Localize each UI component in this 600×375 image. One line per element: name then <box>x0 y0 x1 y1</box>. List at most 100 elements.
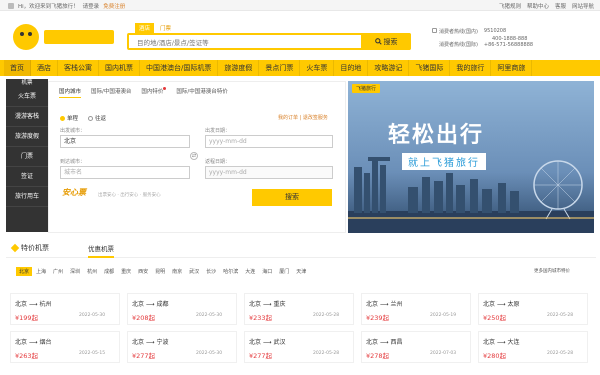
category-visa[interactable]: 签证 <box>6 167 48 187</box>
radio-dot <box>88 116 94 121</box>
flight-search-button[interactable]: 搜索 <box>252 189 332 206</box>
city-filter[interactable]: 哈尔滨 <box>220 267 241 276</box>
deal-card[interactable]: 北京 ⟶ 重庆 ¥233起 2022-05-28 <box>244 293 354 325</box>
deal-to: 杭州 <box>39 301 52 308</box>
nav-vacation[interactable]: 旅游度假 <box>218 60 260 76</box>
deal-to: 大连 <box>507 339 520 346</box>
deal-from: 北京 <box>132 339 145 346</box>
help-center-link[interactable]: 帮助中心 <box>527 2 549 10</box>
nav-business-travel[interactable]: 阿里商旅 <box>491 60 533 76</box>
tab-intl-special[interactable]: 国际/中国港澳台特价 <box>176 87 227 98</box>
one-way-label: 单程 <box>67 116 79 122</box>
deal-route: 北京 ⟶ 太原 <box>483 301 520 308</box>
deal-route: 北京 ⟶ 西昌 <box>366 339 403 346</box>
category-train[interactable]: 火车票 <box>6 87 48 107</box>
search-tabs: 酒店 门票 <box>135 23 176 33</box>
arrive-city-field[interactable]: 城市名 <box>60 166 190 179</box>
deal-route: 北京 ⟶ 杭州 <box>15 301 52 308</box>
city-filter[interactable]: 重庆 <box>118 267 134 276</box>
promo-banner[interactable]: 飞猪旅行 轻松出行 就上飞猪旅行 <box>348 81 594 233</box>
rules-link[interactable]: 飞猪规则 <box>499 2 521 10</box>
city-filter[interactable]: 南京 <box>169 267 185 276</box>
tag-icon <box>10 243 20 253</box>
city-filter[interactable]: 西安 <box>135 267 151 276</box>
deal-to: 兰州 <box>390 301 403 308</box>
deal-card[interactable]: 北京 ⟶ 兰州 ¥239起 2022-05-19 <box>361 293 471 325</box>
login-link[interactable]: 请登录 <box>83 2 100 10</box>
city-filter[interactable]: 天津 <box>293 267 309 276</box>
deal-route: 北京 ⟶ 大连 <box>483 339 520 346</box>
deal-card[interactable]: 北京 ⟶ 杭州 ¥199起 2022-05-30 <box>10 293 120 325</box>
deal-card[interactable]: 北京 ⟶ 烟台 ¥263起 2022-05-15 <box>10 331 120 363</box>
nav-my-trip[interactable]: 我的旅行 <box>450 60 492 76</box>
search-tab-hotel[interactable]: 酒店 <box>135 23 155 33</box>
header: 酒店 门票 搜索 消费者热线(国内)9510208 400-1888-888 消… <box>0 11 600 60</box>
city-filter[interactable]: 广州 <box>50 267 66 276</box>
deal-card[interactable]: 北京 ⟶ 武汉 ¥277起 2022-05-28 <box>244 331 354 363</box>
city-filter[interactable]: 昆明 <box>152 267 168 276</box>
swap-icon[interactable]: ⇄ <box>190 152 198 160</box>
radio-one-way[interactable]: 单程 <box>60 114 78 122</box>
city-filter[interactable]: 厦门 <box>276 267 292 276</box>
search-input[interactable] <box>137 38 357 47</box>
deal-card[interactable]: 北京 ⟶ 西昌 ¥278起 2022-07-03 <box>361 331 471 363</box>
deal-price: ¥208起 <box>132 314 156 322</box>
deal-card[interactable]: 北京 ⟶ 宁波 ¥277起 2022-05-30 <box>127 331 237 363</box>
nav-destination[interactable]: 目的地 <box>334 60 369 76</box>
city-filter[interactable]: 大连 <box>242 267 258 276</box>
tab-domestic-special-label: 国内特价 <box>141 89 164 95</box>
nav-guides[interactable]: 攻略游记 <box>368 60 410 76</box>
return-date-field[interactable]: yyyy-mm-dd <box>205 166 333 179</box>
nav-home[interactable]: 首页 <box>4 60 31 76</box>
deal-date: 2022-05-28 <box>313 313 340 318</box>
category-tickets[interactable]: 门票 <box>6 147 48 167</box>
deal-card[interactable]: 北京 ⟶ 太原 ¥250起 2022-05-28 <box>478 293 588 325</box>
order-links[interactable]: 我的订单 | 退改签服务 <box>278 114 328 121</box>
site-nav-link[interactable]: 网站导航 <box>572 2 594 10</box>
city-filter[interactable]: 武汉 <box>186 267 202 276</box>
deals-tab[interactable]: 优惠机票 <box>88 243 114 258</box>
city-filter[interactable]: 杭州 <box>84 267 100 276</box>
search-icon <box>374 38 382 45</box>
nav-intl-flights[interactable]: 中国港澳台/国际机票 <box>140 60 219 76</box>
tab-domestic[interactable]: 国内城市 <box>59 87 82 98</box>
deal-card[interactable]: 北京 ⟶ 成都 ¥208起 2022-05-30 <box>127 293 237 325</box>
more-cities-link[interactable]: 更多国内城市特价 <box>534 268 570 274</box>
deal-to: 西昌 <box>390 339 403 346</box>
deal-from: 北京 <box>132 301 145 308</box>
nav-attractions[interactable]: 景点门票 <box>259 60 301 76</box>
deal-date: 2022-05-30 <box>196 313 223 318</box>
category-inn[interactable]: 漫游客栈 <box>6 107 48 127</box>
deal-price: ¥277起 <box>132 352 156 360</box>
depart-city-field[interactable]: 北京 <box>60 135 190 148</box>
top-bar: Hi，欢迎来到飞猪旅行！ 请登录 免费注册 飞猪规则 帮助中心 客服 网站导航 <box>0 0 600 11</box>
register-link[interactable]: 免费注册 <box>103 2 125 10</box>
deal-card[interactable]: 北京 ⟶ 大连 ¥280起 2022-05-28 <box>478 331 588 363</box>
nav-train[interactable]: 火车票 <box>300 60 335 76</box>
deal-route: 北京 ⟶ 重庆 <box>249 301 286 308</box>
deal-to: 成都 <box>156 301 169 308</box>
deal-date: 2022-05-15 <box>79 351 106 356</box>
category-vacation[interactable]: 旅游度假 <box>6 127 48 147</box>
nav-hotel[interactable]: 酒店 <box>31 60 58 76</box>
arrive-city-label: 到达城市： <box>60 159 86 165</box>
city-filter[interactable]: 北京 <box>16 267 33 276</box>
nav-domestic-flights[interactable]: 国内机票 <box>99 60 140 76</box>
customer-service-link[interactable]: 客服 <box>555 2 566 10</box>
search-tab-ticket[interactable]: 门票 <box>156 23 176 33</box>
search-button[interactable]: 搜索 <box>361 33 411 50</box>
home-icon[interactable] <box>8 3 14 9</box>
category-car[interactable]: 旅行用车 <box>6 187 48 207</box>
radio-round-trip[interactable]: 往返 <box>88 114 106 122</box>
city-filter[interactable]: 成都 <box>101 267 117 276</box>
depart-date-field[interactable]: yyyy-mm-dd <box>205 135 333 148</box>
city-filter[interactable]: 长沙 <box>203 267 219 276</box>
tab-international[interactable]: 国际/中国港澳台 <box>91 87 131 98</box>
city-filter[interactable]: 上海 <box>33 267 49 276</box>
tab-domestic-special[interactable]: 国内特价 <box>141 87 167 98</box>
nav-inn[interactable]: 客栈公寓 <box>58 60 99 76</box>
fliggy-logo[interactable] <box>10 21 120 53</box>
city-filter[interactable]: 海口 <box>259 267 275 276</box>
nav-fliggy-intl[interactable]: 飞猪国际 <box>409 60 451 76</box>
city-filter[interactable]: 深圳 <box>67 267 83 276</box>
